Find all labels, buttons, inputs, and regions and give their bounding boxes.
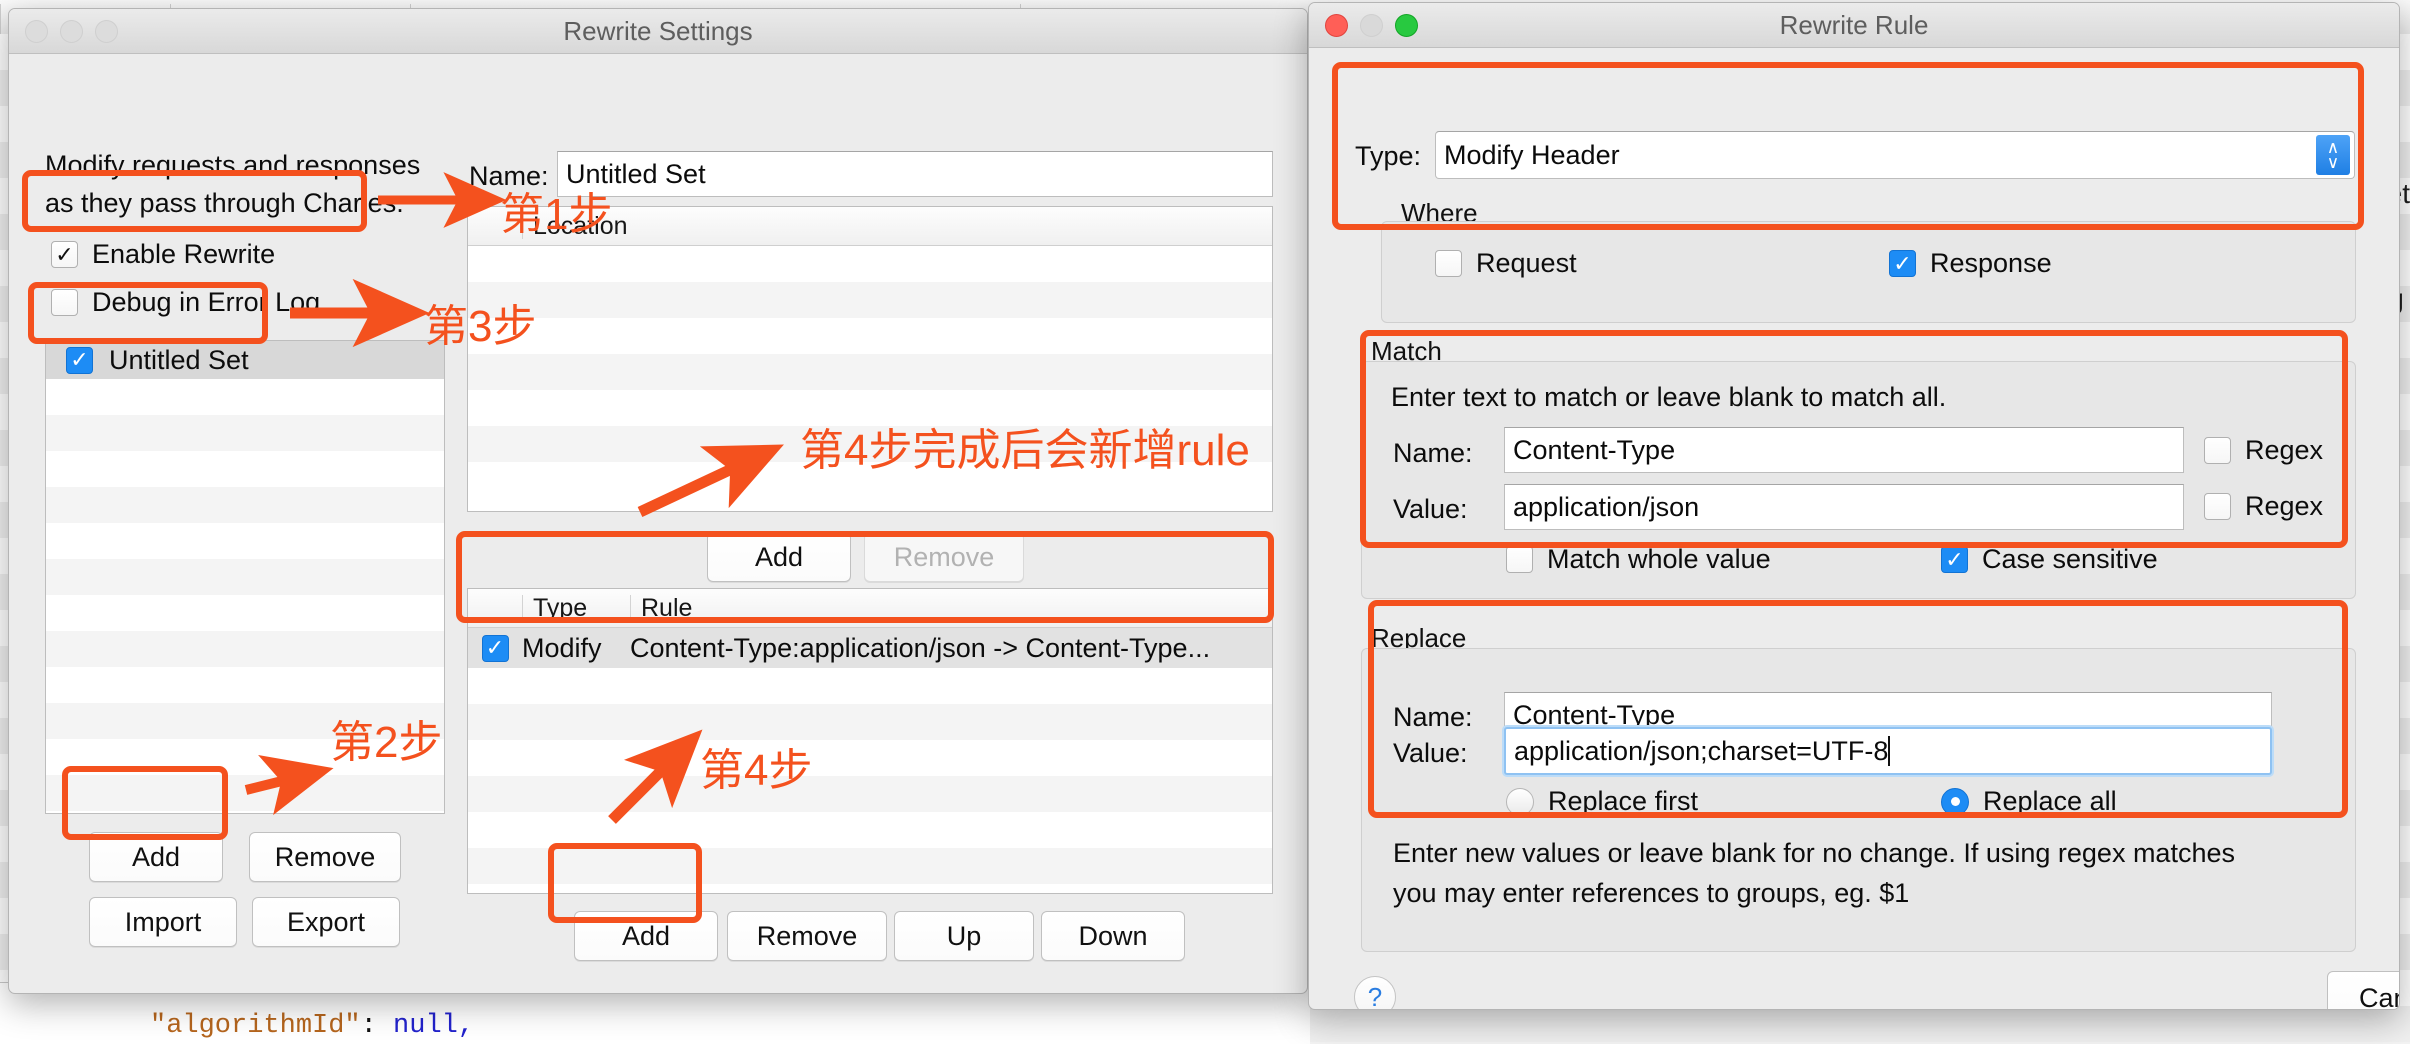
settings-description-line2: as they pass through Charles. <box>45 188 404 218</box>
text-caret <box>1888 736 1891 766</box>
json-key: "algorithmId" <box>150 1011 361 1041</box>
enable-rewrite-checkbox-row[interactable]: ✓ Enable Rewrite <box>51 239 275 270</box>
rules-table-header: Type Rule <box>468 589 1272 628</box>
where-request-row[interactable]: Request <box>1435 248 1577 279</box>
debug-error-log-label: Debug in Error Log <box>92 287 321 317</box>
set-add-button[interactable]: Add <box>89 832 223 882</box>
replace-first-label: Replace first <box>1548 786 1699 816</box>
table-row[interactable]: ✓ Modify Content-Type:application/json -… <box>468 628 1272 668</box>
rules-col-check <box>468 595 522 621</box>
json-colon: : <box>360 1011 394 1041</box>
rule-enabled-checkbox[interactable]: ✓ <box>481 634 509 662</box>
settings-description: Modify requests and responses as they pa… <box>45 146 475 222</box>
rule-cancel-button[interactable]: Cancel <box>2327 971 2399 1009</box>
match-name-regex-label: Regex <box>2245 435 2324 465</box>
replace-value-text: application/json;charset=UTF-8 <box>1514 735 1889 766</box>
untitled-set-label: Untitled Set <box>109 344 249 375</box>
list-item[interactable]: ✓ Untitled Set <box>46 341 444 379</box>
where-request-checkbox[interactable] <box>1435 250 1462 277</box>
annotation-step4-note: 第4步完成后会新增rule <box>800 426 1250 475</box>
where-response-row[interactable]: ✓ Response <box>1889 248 2052 279</box>
settings-description-line1: Modify requests and responses <box>45 150 421 180</box>
rule-up-button[interactable]: Up <box>894 911 1034 961</box>
replace-all-radio-row[interactable]: Replace all <box>1941 786 2117 817</box>
replace-all-label: Replace all <box>1983 786 2117 816</box>
location-add-button[interactable]: Add <box>707 532 851 582</box>
replace-all-radio[interactable] <box>1941 787 1969 816</box>
rewrite-rule-title: Rewrite Rule <box>1779 10 1929 40</box>
rules-table[interactable]: Type Rule ✓ Modify Content-Type:applicat… <box>467 588 1273 894</box>
rule-type-cell: Modify <box>522 632 602 663</box>
locations-col-location: Location <box>522 213 1262 239</box>
replace-first-radio[interactable] <box>1506 787 1534 816</box>
where-response-label: Response <box>1930 248 2052 278</box>
rule-down-button[interactable]: Down <box>1041 911 1185 961</box>
rule-type-value: Modify Header <box>1444 139 1620 170</box>
rewrite-settings-title: Rewrite Settings <box>563 16 753 46</box>
chevron-updown-icon[interactable]: ∧ ∨ <box>2316 135 2350 175</box>
replace-first-radio-row[interactable]: Replace first <box>1506 786 1698 817</box>
annotation-step4: 第4步 <box>700 746 813 795</box>
match-whole-value-checkbox[interactable] <box>1506 546 1533 573</box>
match-value-regex-label: Regex <box>2245 491 2324 521</box>
rewrite-settings-titlebar: Rewrite Settings <box>9 9 1307 54</box>
rule-remove-button[interactable]: Remove <box>727 911 887 961</box>
rules-col-rule: Rule <box>630 595 1270 621</box>
match-name-regex-row[interactable]: Regex <box>2204 435 2323 466</box>
enable-rewrite-checkbox[interactable]: ✓ <box>51 241 78 268</box>
match-value-regex-row[interactable]: Regex <box>2204 491 2323 522</box>
debug-error-log-checkbox[interactable] <box>51 289 78 316</box>
replace-value-label: Value: <box>1393 738 1468 768</box>
where-response-checkbox[interactable]: ✓ <box>1889 250 1916 277</box>
replace-footer-hint-line2: you may enter references to groups, eg. … <box>1393 878 1910 908</box>
case-sensitive-row[interactable]: ✓ Case sensitive <box>1941 544 2158 575</box>
rules-col-type: Type <box>522 595 630 621</box>
match-name-input[interactable]: Content-Type <box>1504 427 2184 473</box>
annotation-step3: 第3步 <box>424 302 537 351</box>
rewrite-rule-titlebar: Rewrite Rule <box>1309 3 2399 48</box>
match-value-regex-checkbox[interactable] <box>2204 493 2231 520</box>
match-name-label: Name: <box>1393 438 1473 468</box>
match-whole-value-row[interactable]: Match whole value <box>1506 544 1771 575</box>
enable-rewrite-label: Enable Rewrite <box>92 239 276 269</box>
location-remove-button: Remove <box>864 532 1024 582</box>
rewrite-rule-dialog: Rewrite Rule Type: Modify Header ∧ ∨ Wher… <box>1308 2 2400 1010</box>
set-import-button[interactable]: Import <box>89 897 237 947</box>
replace-name-label: Name: <box>1393 702 1473 732</box>
replace-footer-hint-line1: Enter new values or leave blank for no c… <box>1393 838 2235 868</box>
match-value-input[interactable]: application/json <box>1504 484 2184 530</box>
match-hint: Enter text to match or leave blank to ma… <box>1391 382 1947 412</box>
annotation-step2: 第2步 <box>330 718 443 767</box>
match-value-label: Value: <box>1393 494 1468 524</box>
case-sensitive-label: Case sensitive <box>1982 544 2158 574</box>
rules-table-empty-rows <box>468 668 1272 884</box>
rule-add-button[interactable]: Add <box>574 911 718 961</box>
set-remove-button[interactable]: Remove <box>249 832 401 882</box>
case-sensitive-checkbox[interactable]: ✓ <box>1941 546 1968 573</box>
rewrite-settings-dialog: Rewrite Settings Modify requests and res… <box>8 8 1308 994</box>
rule-type-select[interactable]: Modify Header ∧ ∨ <box>1435 131 2355 179</box>
set-name-input[interactable]: Untitled Set <box>557 151 1273 197</box>
where-request-label: Request <box>1476 248 1577 278</box>
rule-type-label: Type: <box>1355 141 1422 171</box>
annotation-step1: 第1步 <box>500 190 613 239</box>
untitled-set-checkbox[interactable]: ✓ <box>66 346 93 374</box>
replace-value-input[interactable]: application/json;charset=UTF-8 <box>1504 727 2272 775</box>
debug-error-log-checkbox-row[interactable]: Debug in Error Log <box>51 287 320 318</box>
match-whole-value-label: Match whole value <box>1547 544 1771 574</box>
set-export-button[interactable]: Export <box>252 897 400 947</box>
rule-help-button[interactable]: ? <box>1354 976 1396 1009</box>
json-value: null, <box>393 1011 475 1041</box>
match-name-regex-checkbox[interactable] <box>2204 437 2231 464</box>
rule-description-cell: Content-Type:application/json -> Content… <box>630 632 1211 663</box>
